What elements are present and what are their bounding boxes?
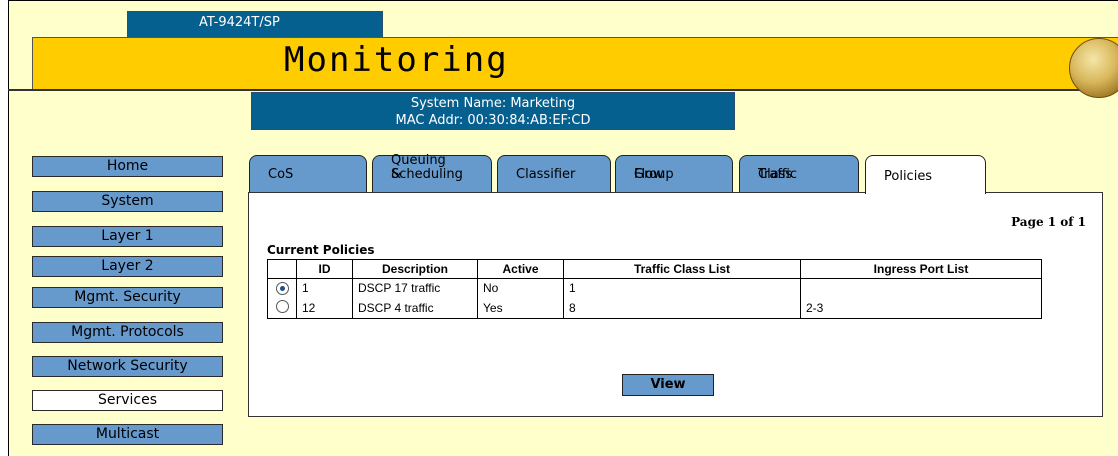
policy-active: Yes: [477, 297, 564, 319]
sidebar-item-mgmt-security[interactable]: Mgmt. Security: [32, 287, 223, 308]
table-row[interactable]: 1 DSCP 17 traffic No 1: [267, 278, 1042, 297]
mac-address: MAC Addr: 00:30:84:AB:EF:CD: [395, 113, 591, 128]
tab-queuing-scheduling[interactable]: Queuing & Scheduling: [372, 154, 492, 192]
tab-label: CoS: [268, 167, 294, 182]
table-caption: Current Policies: [267, 243, 375, 257]
view-button[interactable]: View: [622, 374, 714, 396]
sidebar-item-system[interactable]: System: [32, 191, 223, 212]
column-header-id: ID: [296, 259, 353, 279]
column-header-active: Active: [477, 259, 564, 279]
sidebar-item-home[interactable]: Home: [32, 156, 223, 177]
column-header-description: Description: [352, 259, 478, 279]
system-info-box: System Name: Marketing MAC Addr: 00:30:8…: [251, 92, 735, 130]
column-header-ingress-port-list: Ingress Port List: [800, 259, 1042, 279]
tab-label-line2: Class: [758, 167, 793, 182]
header-divider: [8, 89, 1118, 91]
policy-id: 1: [296, 278, 353, 297]
column-header-traffic-class-list: Traffic Class List: [563, 259, 801, 279]
table-header-row: ID Description Active Traffic Class List…: [267, 259, 1042, 279]
sidebar-item-multicast[interactable]: Multicast: [32, 424, 223, 445]
policy-ingress-port-list: [800, 278, 1042, 297]
model-label: AT-9424T/SP: [199, 15, 280, 30]
sidebar-item-layer-1[interactable]: Layer 1: [32, 226, 223, 247]
page-title: Monitoring: [284, 40, 509, 80]
tab-cos[interactable]: CoS: [249, 155, 367, 192]
tab-traffic-class[interactable]: Traffic Class: [739, 155, 859, 192]
sidebar-item-layer-2[interactable]: Layer 2: [32, 256, 223, 277]
tab-label: Policies: [884, 169, 933, 184]
sidebar-item-network-security[interactable]: Network Security: [32, 356, 223, 377]
row-select-radio[interactable]: [275, 282, 289, 296]
model-label-box: AT-9424T/SP: [127, 11, 383, 38]
page-indicator: Page 1 of 1: [1011, 215, 1086, 229]
tab-label: Classifier: [516, 167, 576, 182]
policy-description: DSCP 4 traffic: [352, 297, 478, 319]
policies-table: ID Description Active Traffic Class List…: [267, 259, 1042, 319]
policy-active: No: [477, 278, 564, 297]
system-name: System Name: Marketing: [410, 96, 576, 111]
tab-flow-group[interactable]: Flow Group: [615, 155, 733, 192]
row-select-radio[interactable]: [275, 300, 289, 314]
table-row[interactable]: 12 DSCP 4 traffic Yes 8 2-3: [267, 297, 1042, 319]
policy-ingress-port-list: 2-3: [800, 297, 1042, 319]
policy-traffic-class-list: 8: [563, 297, 801, 319]
tab-policies[interactable]: Policies: [865, 155, 986, 194]
policy-description: DSCP 17 traffic: [352, 278, 478, 297]
tab-classifier[interactable]: Classifier: [497, 155, 611, 192]
sidebar-item-mgmt-protocols[interactable]: Mgmt. Protocols: [32, 322, 223, 343]
tab-label-line2: Group: [634, 167, 674, 182]
policy-id: 12: [296, 297, 353, 319]
column-header-select: [267, 259, 297, 279]
policies-panel: Page 1 of 1 Current Policies ID Descript…: [248, 192, 1103, 417]
tab-label-line2: Scheduling: [391, 167, 463, 182]
policy-traffic-class-list: 1: [563, 278, 801, 297]
sidebar-item-services[interactable]: Services: [32, 390, 223, 411]
title-banner: Monitoring: [32, 37, 1118, 90]
